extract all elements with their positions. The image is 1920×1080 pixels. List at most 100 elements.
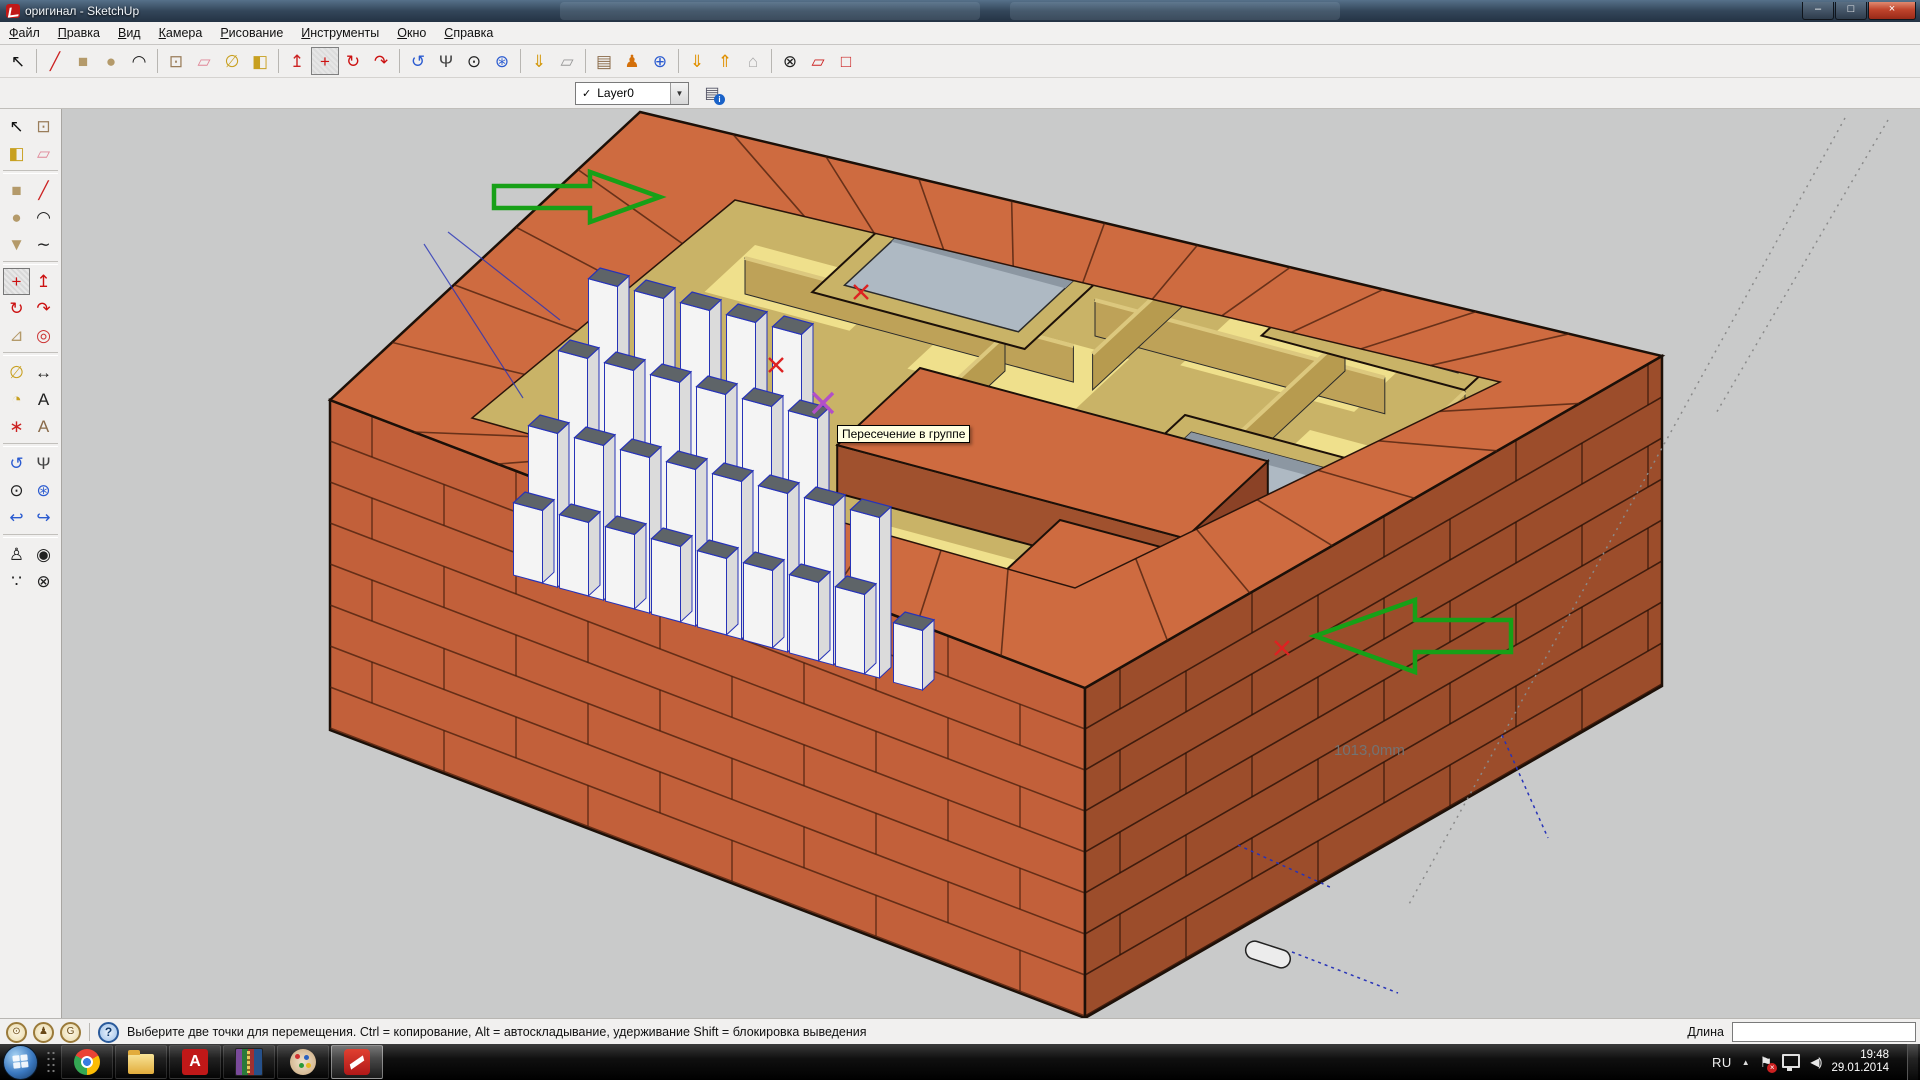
menu-tools[interactable]: Инструменты: [292, 23, 388, 43]
menu-help[interactable]: Справка: [435, 23, 502, 43]
menu-view[interactable]: Вид: [109, 23, 150, 43]
network-icon[interactable]: [1782, 1054, 1800, 1068]
zoom-next-tool[interactable]: ↪: [30, 504, 57, 531]
circle-tool-button[interactable]: ●: [97, 47, 125, 75]
orbit-tool-button[interactable]: ↺: [404, 47, 432, 75]
menu-draw[interactable]: Рисование: [211, 23, 292, 43]
get-models-button[interactable]: ⇓: [683, 47, 711, 75]
circle-tool[interactable]: ●: [3, 204, 30, 231]
section-plane-tool-button[interactable]: ⊗: [776, 47, 804, 75]
photo-textures-button[interactable]: ▤: [590, 47, 618, 75]
scale-tool[interactable]: ⊿: [3, 322, 30, 349]
push-pull-tool[interactable]: ↥: [30, 268, 57, 295]
action-center-icon[interactable]: ⚑ ×: [1760, 1054, 1773, 1071]
sketchup[interactable]: [331, 1045, 383, 1079]
tape-measure-tool[interactable]: ∅: [3, 359, 30, 386]
eraser-tool[interactable]: ▱: [30, 140, 57, 167]
follow-me-button[interactable]: ↷: [367, 47, 395, 75]
text-tool[interactable]: A: [30, 386, 57, 413]
line-tool-button[interactable]: ╱: [41, 47, 69, 75]
3d-model-viewport: [62, 109, 1920, 1018]
display-section-cuts-button[interactable]: □: [832, 47, 860, 75]
start-button[interactable]: [3, 1045, 38, 1080]
model-canvas[interactable]: Пересечение в группе 1013,0mm: [62, 109, 1920, 1018]
paint[interactable]: [277, 1045, 329, 1079]
menu-window[interactable]: Окно: [388, 23, 435, 43]
chevron-down-icon[interactable]: ▼: [670, 83, 688, 104]
select-tool[interactable]: ↖: [3, 113, 30, 140]
push-pull-button[interactable]: ↥: [283, 47, 311, 75]
show-desktop-button[interactable]: [1907, 1044, 1918, 1080]
freehand-tool[interactable]: ∼: [30, 231, 57, 258]
title-bar: оригинал - SketchUp – □ ×: [0, 0, 1920, 22]
zoom-previous-tool[interactable]: ↩: [3, 504, 30, 531]
rectangle-tool-button[interactable]: ■: [69, 47, 97, 75]
offset-tool[interactable]: ◎: [30, 322, 57, 349]
geolocation-medallion[interactable]: ⊙: [6, 1022, 27, 1043]
hidden-icons-button[interactable]: ▲: [1742, 1058, 1750, 1067]
pan-tool-button[interactable]: Ψ: [432, 47, 460, 75]
layer-dropdown[interactable]: ✓ Layer0 ▼: [575, 82, 689, 105]
status-message: Выберите две точки для перемещения. Ctrl…: [127, 1025, 1687, 1039]
share-component-button[interactable]: ⌂: [739, 47, 767, 75]
rotate-tool[interactable]: ↻: [3, 295, 30, 322]
dimension-tool[interactable]: ↔: [30, 359, 57, 386]
paint-bucket-tool[interactable]: ◧: [3, 140, 30, 167]
follow-me-tool[interactable]: ↷: [30, 295, 57, 322]
zoom-extents-button[interactable]: ⊛: [488, 47, 516, 75]
winrar[interactable]: [223, 1045, 275, 1079]
tape-measure-button[interactable]: ∅: [218, 47, 246, 75]
line-tool[interactable]: ╱: [30, 177, 57, 204]
orbit-tool[interactable]: ↺: [3, 450, 30, 477]
menu-edit[interactable]: Правка: [49, 23, 109, 43]
speaker-icon[interactable]: ◀): [1810, 1055, 1821, 1069]
paint-bucket-button[interactable]: ◧: [246, 47, 274, 75]
maximize-button[interactable]: □: [1835, 2, 1867, 20]
inference-tooltip: Пересечение в группе: [837, 425, 970, 443]
zoom-tool[interactable]: ⊙: [3, 477, 30, 504]
position-camera-tool[interactable]: ♙: [3, 541, 30, 568]
zoom-extents-tool[interactable]: ⊛: [30, 477, 57, 504]
arc-tool-button[interactable]: ◠: [125, 47, 153, 75]
walk-tool[interactable]: ∵: [3, 568, 30, 595]
close-button[interactable]: ×: [1868, 2, 1916, 20]
arc-tool[interactable]: ◠: [30, 204, 57, 231]
polygon-tool[interactable]: ▼: [3, 231, 30, 258]
share-model-button[interactable]: ⇑: [711, 47, 739, 75]
section-plane-tool[interactable]: ⊗: [30, 568, 57, 595]
claim-medallion[interactable]: G: [60, 1022, 81, 1043]
make-component-button[interactable]: ⊡: [162, 47, 190, 75]
3d-text-tool[interactable]: A: [30, 413, 57, 440]
add-location-button[interactable]: ⇓: [525, 47, 553, 75]
menu-file[interactable]: Файл: [0, 23, 49, 43]
acrobat-reader[interactable]: [169, 1045, 221, 1079]
chrome[interactable]: [61, 1045, 113, 1079]
axes-tool[interactable]: ∗: [3, 413, 30, 440]
look-around-tool[interactable]: ◉: [30, 541, 57, 568]
rotate-tool-button[interactable]: ↻: [339, 47, 367, 75]
language-indicator[interactable]: RU: [1712, 1055, 1732, 1070]
rectangle-tool[interactable]: ■: [3, 177, 30, 204]
layer-visible-check: ✓: [582, 87, 591, 100]
move-tool-button[interactable]: +: [311, 47, 339, 75]
tray-clock[interactable]: 19:48 29.01.2014: [1831, 1049, 1889, 1075]
credits-medallion[interactable]: ♟: [33, 1022, 54, 1043]
display-section-planes-button[interactable]: ▱: [804, 47, 832, 75]
menu-camera[interactable]: Камера: [150, 23, 212, 43]
move-tool[interactable]: +: [3, 268, 30, 295]
preview-in-google-earth-button[interactable]: ♟: [618, 47, 646, 75]
make-component-tool[interactable]: ⊡: [30, 113, 57, 140]
toggle-terrain-button[interactable]: ▱: [553, 47, 581, 75]
layer-manager-button[interactable]: ▤ i: [697, 80, 727, 106]
taskbar-grip: [46, 1050, 56, 1074]
zoom-tool-button[interactable]: ⊙: [460, 47, 488, 75]
separator: [3, 443, 58, 447]
select-tool-button[interactable]: ↖: [4, 47, 32, 75]
eraser-tool-button[interactable]: ▱: [190, 47, 218, 75]
minimize-button[interactable]: –: [1802, 2, 1834, 20]
pan-tool[interactable]: Ψ: [30, 450, 57, 477]
measurement-input[interactable]: [1732, 1022, 1916, 1042]
protractor-tool[interactable]: ◔: [3, 386, 30, 413]
explorer[interactable]: [115, 1045, 167, 1079]
google-earth-button[interactable]: ⊕: [646, 47, 674, 75]
